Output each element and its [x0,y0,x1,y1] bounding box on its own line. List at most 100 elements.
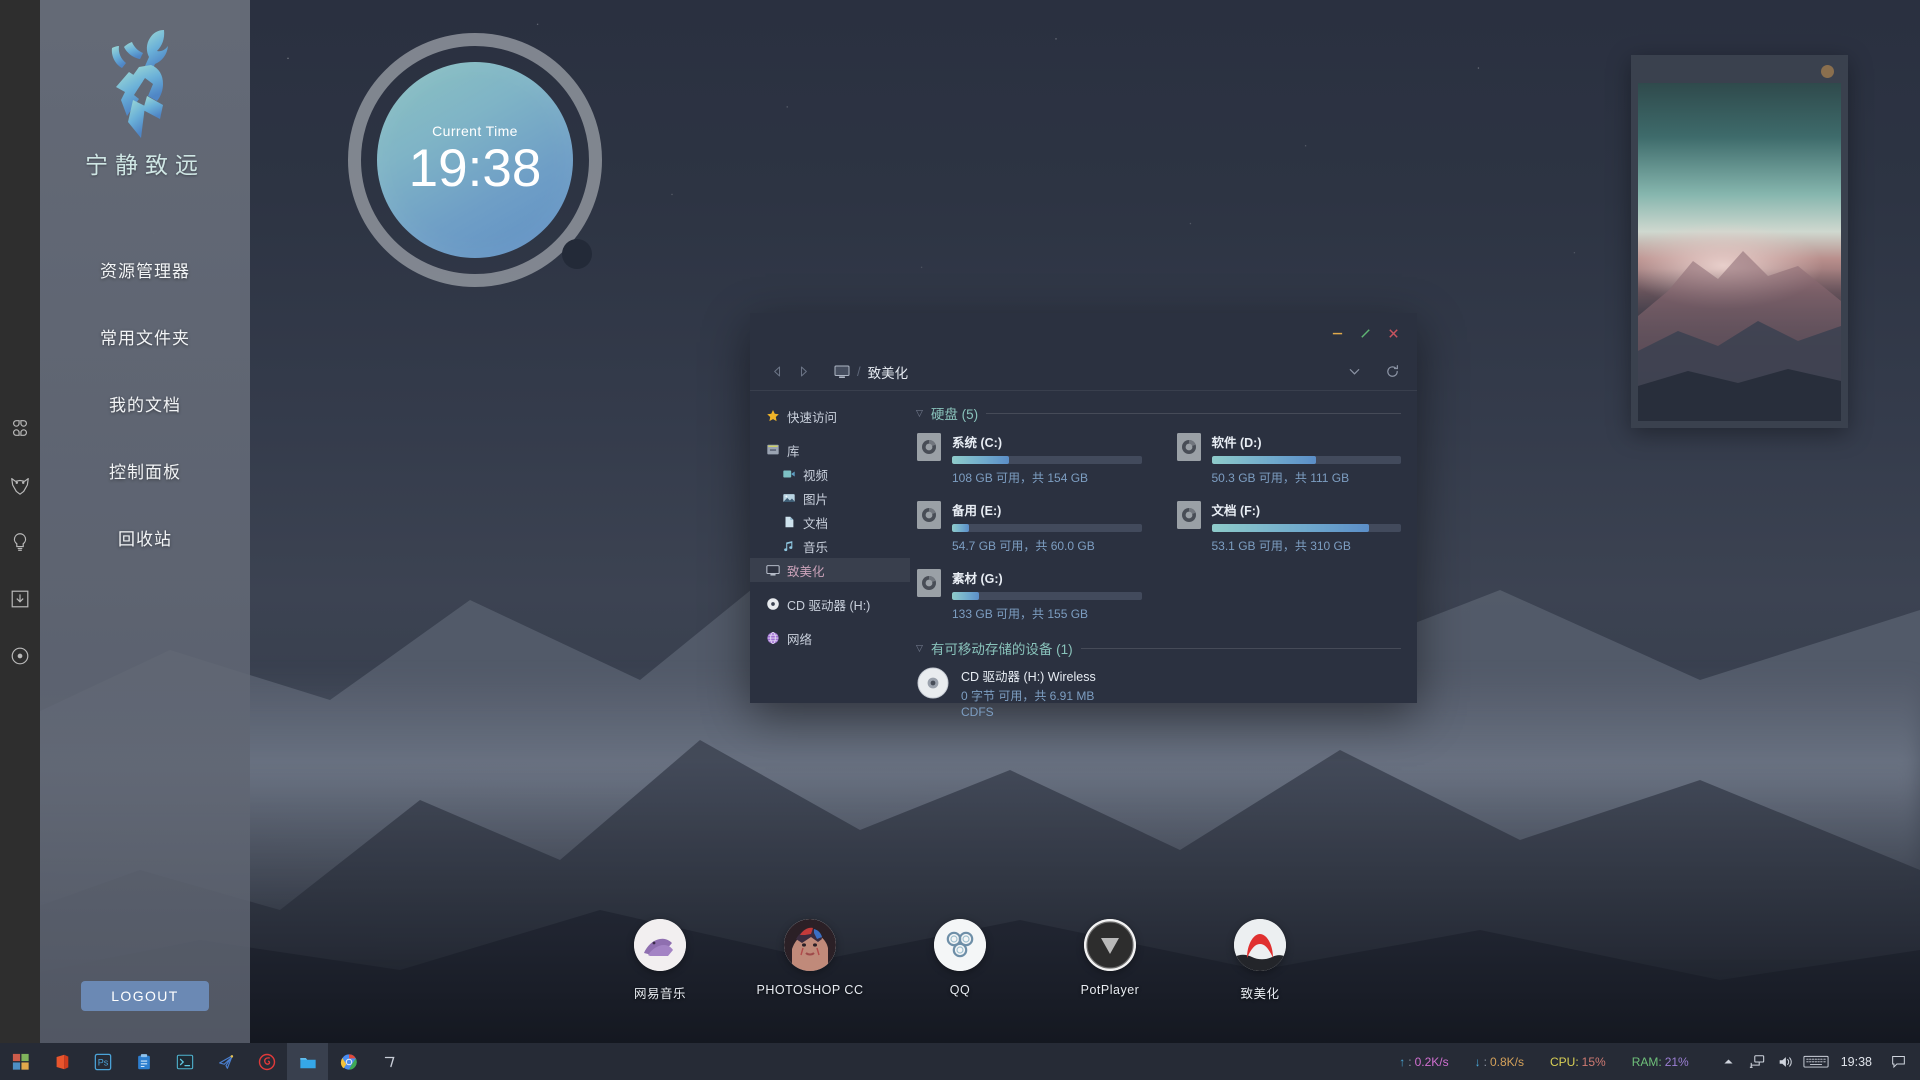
tree-item-this-pc[interactable]: 致美化 [750,558,910,582]
action-center-icon[interactable] [1884,1043,1912,1080]
cd-drive-item[interactable]: CD 驱动器 (H:) Wireless 0 字节 可用，共 6.91 MB C… [916,666,1401,720]
qq-icon[interactable] [934,919,986,971]
clipboard-button[interactable] [123,1043,164,1080]
keyboard-icon[interactable] [1799,1043,1833,1080]
photoshop-button[interactable]: Ps [82,1043,123,1080]
tree-item-documents[interactable]: 文档 [750,510,910,534]
lightbulb-icon[interactable] [7,529,33,555]
dock-item-label: 网易音乐 [633,987,686,1001]
tree-item-pictures[interactable]: 图片 [750,486,910,510]
drive-capacity: 54.7 GB 可用，共 60.0 GB [952,539,1095,553]
panel-item-frequent-folders[interactable]: 常用文件夹 [90,321,200,352]
cpu-value: 15% [1581,1054,1606,1069]
download-value: 0.8K/s [1489,1054,1524,1069]
refresh-icon[interactable] [1383,363,1401,381]
paperplane-button[interactable] [205,1043,246,1080]
upload-separator: : [1408,1054,1412,1069]
drive-item[interactable]: 素材 (G:) 133 GB 可用，共 155 GB [916,567,1142,622]
drive-item[interactable]: 系统 (C:) 108 GB 可用，共 154 GB [916,431,1142,486]
drive-item[interactable]: 备用 (E:) 54.7 GB 可用，共 60.0 GB [916,499,1142,554]
logout-button[interactable]: LOGOUT [81,981,209,1011]
drive-item[interactable]: 文档 (F:) 53.1 GB 可用，共 310 GB [1176,499,1401,554]
netease-button[interactable] [246,1043,287,1080]
hard-disk-icon [917,569,941,597]
removable-group-header[interactable]: ▽ 有可移动存储的设备 (1) [916,638,1401,658]
panel-item-control-panel[interactable]: 控制面板 [99,455,191,486]
fox-icon[interactable] [7,472,33,498]
taskbar: Ps ↑: 0.2K/s ↓: 0.8K/s CPU: 15% RAM: 2… [0,1043,1920,1080]
file-explorer-window: / 致美化 快速访问 库 视频 图片 文档 音乐 致美化 CD 驱动器 (H:)… [750,313,1417,719]
chevron-down-icon[interactable] [1345,363,1363,381]
deer-logo [111,30,168,138]
download-speed-stat: ↓ : 0.8K/s [1475,1055,1524,1069]
taskbar-clock[interactable]: 19:38 [1841,1055,1872,1069]
explorer-body: 快速访问 库 视频 图片 文档 音乐 致美化 CD 驱动器 (H:) 网络 ▽ … [750,391,1417,719]
drive-item[interactable]: 软件 (D:) 50.3 GB 可用，共 111 GB [1176,431,1401,486]
chevron-down-icon[interactable]: ▽ [916,408,923,418]
photo-widget[interactable] [1631,55,1848,428]
drive-name: 系统 (C:) [952,436,1002,450]
office-button[interactable] [41,1043,82,1080]
close-button[interactable] [1379,320,1407,346]
network-icon[interactable] [1743,1043,1771,1080]
drive-usage-bar [1211,456,1401,464]
tree-item-label: 音乐 [803,540,829,555]
tree-item-cd-drive[interactable]: CD 驱动器 (H:) [750,592,910,616]
dock-item-label: 致美化 [1240,987,1280,1001]
photo-widget-image [1638,83,1841,421]
clock-label: Current Time [432,123,518,140]
minimize-button[interactable] [1323,320,1351,346]
misc-button[interactable] [369,1043,410,1080]
clock-seconds-dot [562,239,592,269]
volume-icon[interactable] [1771,1043,1799,1080]
chevron-down-icon[interactable]: ▽ [916,643,923,653]
tree-item-quick-access[interactable]: 快速访问 [750,404,910,428]
desktop-icon-rail [0,0,40,1043]
tree-item-network[interactable]: 网络 [750,626,910,650]
drive-usage-bar [952,456,1142,464]
record-circle-icon[interactable] [7,643,33,669]
document-icon [782,515,796,529]
netease-music-icon[interactable] [634,919,686,971]
hard-disk-icon [1176,501,1201,529]
tree-item-label: 致美化 [787,564,825,579]
explorer-button[interactable] [287,1043,328,1080]
start-button[interactable] [0,1043,41,1080]
apps-grid-icon[interactable] [7,415,33,441]
clock-time: 19:38 [408,139,542,199]
breadcrumb[interactable]: / 致美化 [834,362,908,382]
zhimeihua-icon[interactable] [1234,919,1286,971]
download-box-icon[interactable] [7,586,33,612]
maximize-button[interactable] [1351,320,1379,346]
group-divider [1080,647,1401,649]
cpu-label: CPU: [1549,1054,1579,1069]
breadcrumb-current[interactable]: 致美化 [868,362,909,382]
dock-item-netease-music[interactable]: 网易音乐 [611,919,709,1002]
tree-item-music[interactable]: 音乐 [750,534,910,558]
launcher-panel: 宁静致远 资源管理器 常用文件夹 我的文档 控制面板 回收站 LOGOUT [40,0,250,1043]
drive-grid: 系统 (C:) 108 GB 可用，共 154 GB 软件 (D:) 50.3 … [916,431,1401,622]
dock-item-qq[interactable]: QQ [911,919,1009,1002]
back-button[interactable] [764,359,790,385]
chrome-button[interactable] [328,1043,369,1080]
tree-item-label: 文档 [803,516,829,531]
tree-item-library[interactable]: 库 [750,438,910,462]
terminal-button[interactable] [164,1043,205,1080]
cpu-stat: CPU: 15% [1550,1055,1606,1069]
show-hidden-icons-button[interactable] [1715,1043,1743,1080]
photoshop-icon[interactable] [784,919,836,971]
explorer-titlebar[interactable] [750,313,1417,353]
tree-item-videos[interactable]: 视频 [750,462,910,486]
dock-item-photoshop[interactable]: PHOTOSHOP CC [757,919,863,1002]
dock-item-zhimeihua[interactable]: 致美化 [1211,919,1309,1002]
hard-disks-group-header[interactable]: ▽ 硬盘 (5) [916,403,1401,423]
panel-item-my-documents[interactable]: 我的文档 [99,388,191,419]
dock-item-potplayer[interactable]: PotPlayer [1061,919,1159,1002]
hard-disk-icon [917,433,941,461]
potplayer-icon[interactable] [1084,919,1136,971]
panel-item-explorer[interactable]: 资源管理器 [90,254,200,285]
panel-item-recycle-bin[interactable]: 回收站 [108,522,182,553]
cd-drive-name: CD 驱动器 (H:) Wireless [961,670,1096,684]
forward-button[interactable] [790,359,816,385]
drive-name: 备用 (E:) [952,504,1002,518]
